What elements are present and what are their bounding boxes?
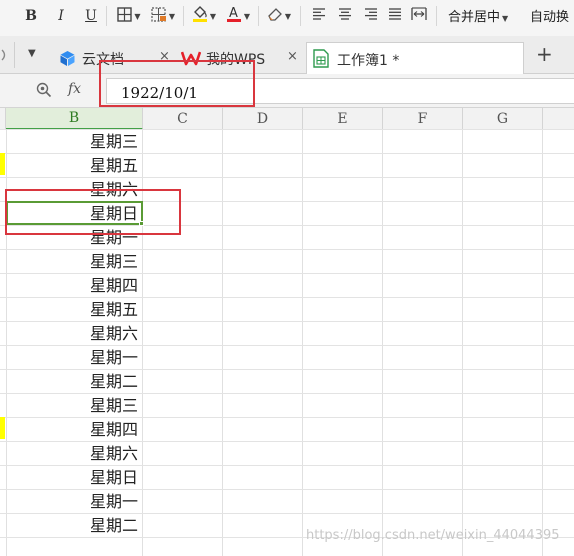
close-icon[interactable]: ×	[287, 49, 298, 64]
cell-b[interactable]: 星期五	[6, 298, 142, 322]
column-header-f[interactable]: F	[383, 108, 463, 130]
tab-cloud-docs[interactable]: 云文档 ×	[56, 42, 174, 74]
distribute-button[interactable]	[408, 4, 430, 28]
grid-line	[302, 130, 303, 556]
distribute-icon	[411, 7, 427, 25]
formula-bar: fx 1922/10/1	[0, 74, 574, 108]
column-header-c[interactable]: C	[143, 108, 223, 130]
toolbar-divider	[300, 6, 301, 26]
column-header-b[interactable]: B	[6, 108, 143, 130]
wps-logo-icon	[180, 50, 202, 70]
tab-divider	[14, 42, 15, 68]
toolbar-divider	[106, 6, 107, 26]
grid-line	[462, 130, 463, 556]
font-color-icon: A	[226, 5, 242, 27]
borders-button[interactable]: ▼	[112, 4, 146, 28]
cell-b[interactable]: 星期六	[6, 442, 142, 466]
paint-bucket-icon	[192, 5, 208, 27]
tab-label: 我的WPS	[206, 52, 266, 68]
cell-b[interactable]: 星期六	[6, 322, 142, 346]
cell-style-icon	[151, 6, 167, 26]
align-center-icon	[338, 8, 352, 24]
formatting-toolbar: B I U ▼ ▼ ▼ A ▼ ▼ 合并居中 ▼ 自动换	[0, 0, 574, 36]
tab-my-wps[interactable]: 我的WPS ×	[178, 42, 304, 74]
close-icon[interactable]: ×	[159, 49, 170, 64]
new-tab-button[interactable]: +	[536, 42, 553, 66]
document-tab-bar: ▼ 云文档 × 我的WPS × 工作簿1 * +	[0, 36, 574, 74]
italic-button[interactable]: I	[50, 4, 72, 28]
cell-b[interactable]: 星期五	[6, 154, 142, 178]
chevron-down-icon: ▼	[209, 11, 217, 21]
cell-b[interactable]: 星期六	[6, 178, 142, 202]
bold-button[interactable]: B	[20, 4, 42, 28]
align-right-button[interactable]	[360, 4, 382, 28]
cell-b[interactable]: 星期一	[6, 346, 142, 370]
align-center-button[interactable]	[334, 4, 356, 28]
back-arrow-icon[interactable]	[0, 49, 8, 64]
underline-button[interactable]: U	[80, 4, 102, 28]
svg-text:A: A	[229, 6, 238, 21]
tab-label: 云文档	[82, 52, 124, 68]
spreadsheet-window: B I U ▼ ▼ ▼ A ▼ ▼ 合并居中 ▼ 自动换 ▼ 云文档 × 我的W…	[0, 0, 574, 556]
active-cell-selection	[6, 201, 143, 225]
tab-workbook[interactable]: 工作簿1 *	[306, 42, 524, 74]
cell-b[interactable]: 星期日	[6, 466, 142, 490]
chevron-down-icon: ▼	[502, 14, 509, 23]
column-header-e[interactable]: E	[303, 108, 383, 130]
merge-center-label: 合并居中	[448, 10, 501, 25]
merge-center-button[interactable]: 合并居中 ▼	[448, 6, 508, 25]
cell-b[interactable]: 星期三	[6, 130, 142, 154]
toolbar-divider	[183, 6, 184, 26]
cell-b[interactable]: 星期四	[6, 274, 142, 298]
column-header-g[interactable]: G	[463, 108, 543, 130]
cell-b[interactable]: 星期四	[6, 418, 142, 442]
zoom-search-icon[interactable]	[36, 82, 52, 102]
cell-b[interactable]: 星期三	[6, 394, 142, 418]
grid-line	[382, 130, 383, 556]
align-left-icon	[312, 8, 326, 24]
chevron-down-icon: ▼	[134, 11, 141, 21]
clear-format-button[interactable]: ▼	[262, 4, 296, 28]
tab-label: 工作簿1 *	[337, 53, 400, 69]
font-color-button[interactable]: A ▼	[222, 4, 254, 28]
justify-icon	[388, 8, 402, 24]
column-header-next[interactable]	[543, 108, 574, 130]
cell-b[interactable]: 星期一	[6, 226, 142, 250]
column-header-d[interactable]: D	[223, 108, 303, 130]
cell-b[interactable]: 星期二	[6, 370, 142, 394]
chevron-down-icon: ▼	[168, 11, 176, 21]
chevron-down-icon: ▼	[243, 11, 251, 21]
align-right-icon	[364, 8, 378, 24]
formula-input[interactable]: 1922/10/1	[106, 78, 574, 104]
eraser-icon	[267, 6, 283, 26]
watermark-text: https://blog.csdn.net/weixin_44044395	[306, 528, 560, 543]
fill-handle[interactable]	[139, 221, 144, 226]
tab-list-dropdown-icon[interactable]: ▼	[28, 48, 36, 59]
cell-b[interactable]: 星期一	[6, 490, 142, 514]
grid-line	[222, 130, 223, 556]
align-left-button[interactable]	[308, 4, 330, 28]
cloud-cube-icon	[59, 50, 76, 71]
spreadsheet-file-icon	[313, 49, 329, 72]
grid-line	[542, 130, 543, 556]
chevron-down-icon: ▼	[284, 11, 292, 21]
borders-icon	[117, 6, 133, 26]
grid-line	[142, 130, 143, 556]
insert-function-button[interactable]: fx	[68, 81, 81, 97]
row-marker-yellow	[0, 153, 5, 175]
cell-b[interactable]: 星期三	[6, 250, 142, 274]
auto-wrap-button[interactable]: 自动换	[530, 6, 569, 25]
justify-button[interactable]	[384, 4, 406, 28]
row-marker-yellow	[0, 417, 5, 439]
toolbar-divider	[258, 6, 259, 26]
cell-style-button[interactable]: ▼	[146, 4, 180, 28]
cell-b[interactable]: 星期二	[6, 514, 142, 538]
fill-color-button[interactable]: ▼	[188, 4, 220, 28]
toolbar-divider	[436, 6, 437, 26]
